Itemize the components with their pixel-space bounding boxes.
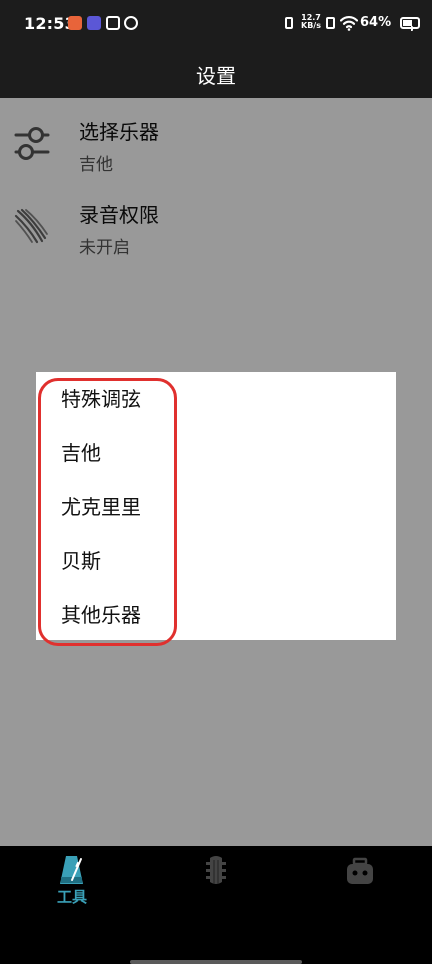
network-speed-unit: KB/s bbox=[301, 21, 321, 30]
wifi-icon bbox=[340, 16, 358, 31]
instrument-select-dialog: 特殊调弦 吉他 尤克里里 贝斯 其他乐器 bbox=[36, 372, 396, 640]
battery-cap bbox=[411, 26, 413, 31]
vibrate-icon bbox=[285, 17, 293, 29]
robot-icon bbox=[347, 857, 373, 884]
tab-tools[interactable]: 工具 bbox=[0, 846, 144, 926]
network-speed: 12.7 KB/s bbox=[298, 14, 324, 30]
option-guitar[interactable]: 吉他 bbox=[61, 433, 261, 473]
battery-icon bbox=[400, 17, 420, 31]
no-sim-icon bbox=[326, 17, 335, 29]
option-ukulele[interactable]: 尤克里里 bbox=[61, 487, 261, 527]
metronome-icon bbox=[60, 856, 83, 884]
home-indicator[interactable] bbox=[130, 960, 302, 964]
tab-label: 工具 bbox=[56, 888, 87, 906]
play-app-icon bbox=[87, 16, 101, 30]
battery-percent: 64% bbox=[360, 15, 392, 30]
option-special-tuning[interactable]: 特殊调弦 bbox=[61, 379, 261, 419]
status-bar: 12:53 12.7 KB/s 64% bbox=[0, 0, 432, 44]
option-other-instruments[interactable]: 其他乐器 bbox=[61, 595, 261, 635]
bottom-navigation: 工具 bbox=[0, 846, 432, 964]
tab-tuner[interactable] bbox=[144, 846, 288, 926]
tab-toolbox[interactable] bbox=[288, 846, 432, 926]
link-app-icon bbox=[124, 16, 138, 30]
guitar-headstock-icon bbox=[206, 856, 226, 884]
message-app-icon bbox=[106, 16, 120, 30]
option-bass[interactable]: 贝斯 bbox=[61, 541, 261, 581]
notification-app-icon bbox=[68, 16, 82, 30]
page-title: 设置 bbox=[196, 64, 236, 88]
app-bar: 设置 bbox=[0, 44, 432, 98]
